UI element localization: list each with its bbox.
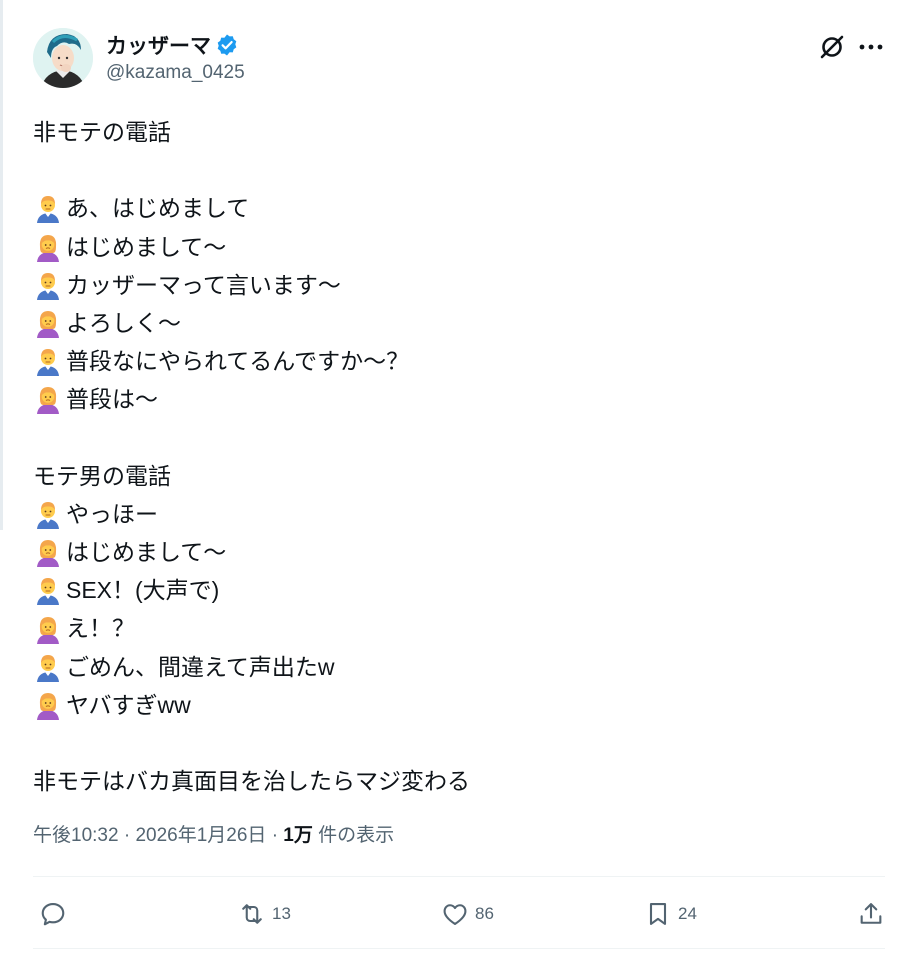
dialogue-text: よろしく〜 [66, 309, 181, 336]
dialogue-text: ヤバすぎww [66, 691, 191, 718]
dialogue-line: ヤバすぎww [33, 686, 873, 724]
retweet-icon [242, 904, 262, 924]
avatar[interactable] [33, 28, 93, 88]
dialogue-text: あ、はじめまして [66, 195, 250, 222]
man-emoji-icon [33, 499, 63, 529]
tweet-title: 非モテの電話 [33, 119, 171, 145]
display-name-row: カッザーマ [106, 30, 245, 60]
dialogue-text: SEX！(大声で) [66, 577, 220, 604]
dialogue-text: 普段なにやられてるんですか〜？ [66, 348, 410, 375]
tweet-header: カッザーマ @kazama_0425 [33, 28, 885, 90]
dialogue-line: はじめまして〜 [33, 228, 873, 266]
tweet-conclusion: 非モテはバカ真面目を治したらマジ変わる [33, 768, 470, 795]
reply-icon [41, 903, 65, 926]
man-emoji-icon [33, 652, 63, 682]
divider [33, 876, 885, 877]
dialogue-text: 普段は〜 [66, 386, 158, 413]
woman-emoji-icon [33, 690, 63, 720]
dialogue-text: はじめまして〜 [66, 233, 227, 260]
handle[interactable]: @kazama_0425 [106, 62, 245, 84]
dialogue-line: え！？ [33, 609, 873, 647]
retweet-button[interactable]: 13 [238, 894, 291, 934]
dialogue-line: SEX！(大声で) [33, 571, 873, 609]
views-label: 件の表示 [318, 825, 395, 846]
like-button[interactable]: 86 [441, 894, 494, 934]
post-time[interactable]: 午後10:32 [33, 825, 119, 846]
meta-separator: · [271, 825, 279, 846]
reply-button[interactable] [39, 894, 73, 934]
share-button[interactable] [857, 894, 885, 934]
woman-emoji-icon [33, 232, 63, 262]
avatar-image [33, 28, 93, 88]
man-emoji-icon [33, 270, 63, 300]
divider [33, 948, 885, 949]
tweet-text: 非モテの電話 あ、はじめまして はじめまして〜 カッザーマって言います〜 よろし… [33, 113, 873, 800]
bookmark-count: 24 [678, 904, 697, 923]
display-name[interactable]: カッザーマ [106, 30, 211, 60]
verified-badge-icon [215, 33, 239, 57]
man-emoji-icon [33, 193, 63, 223]
dialogue-line: 普段は〜 [33, 380, 873, 418]
grok-icon[interactable] [817, 32, 847, 62]
bookmark-icon [649, 903, 667, 925]
like-count: 86 [475, 904, 494, 923]
dialogue-text: やっほー [66, 500, 158, 527]
post-date[interactable]: 2026年1月26日 [135, 825, 266, 846]
heart-icon [443, 904, 467, 925]
woman-emoji-icon [33, 384, 63, 414]
left-edge [0, 0, 3, 530]
dialogue-line: はじめまして〜 [33, 533, 873, 571]
tweet-subtitle: モテ男の電話 [33, 462, 171, 489]
dialogue-line: 普段なにやられてるんですか〜？ [33, 342, 873, 380]
meta-separator: · [123, 825, 131, 846]
man-emoji-icon [33, 575, 63, 605]
dialogue-line: ごめん、間違えて声出たw [33, 648, 873, 686]
dialogue-text: はじめまして〜 [66, 539, 227, 566]
retweet-count: 13 [272, 904, 291, 923]
author-names: カッザーマ @kazama_0425 [106, 30, 245, 84]
share-icon [860, 903, 882, 924]
dialogue-text: ごめん、間違えて声出たw [66, 653, 335, 680]
dialogue-text: カッザーマって言います〜 [66, 271, 341, 298]
tweet-meta: 午後10:32 · 2026年1月26日 · 1万 件の表示 [33, 820, 394, 847]
dialogue-text: え！？ [66, 615, 135, 642]
woman-emoji-icon [33, 614, 63, 644]
man-emoji-icon [33, 346, 63, 376]
bookmark-button[interactable]: 24 [644, 894, 697, 934]
action-bar: 13 86 24 [33, 894, 885, 934]
woman-emoji-icon [33, 308, 63, 338]
dialogue-line: やっほー [33, 495, 873, 533]
dialogue-line: あ、はじめまして [33, 189, 873, 227]
dialogue-line: よろしく〜 [33, 304, 873, 342]
more-icon[interactable] [857, 32, 885, 62]
views-count: 1万 [283, 825, 313, 846]
dialogue-line: カッザーマって言います〜 [33, 266, 873, 304]
woman-emoji-icon [33, 537, 63, 567]
